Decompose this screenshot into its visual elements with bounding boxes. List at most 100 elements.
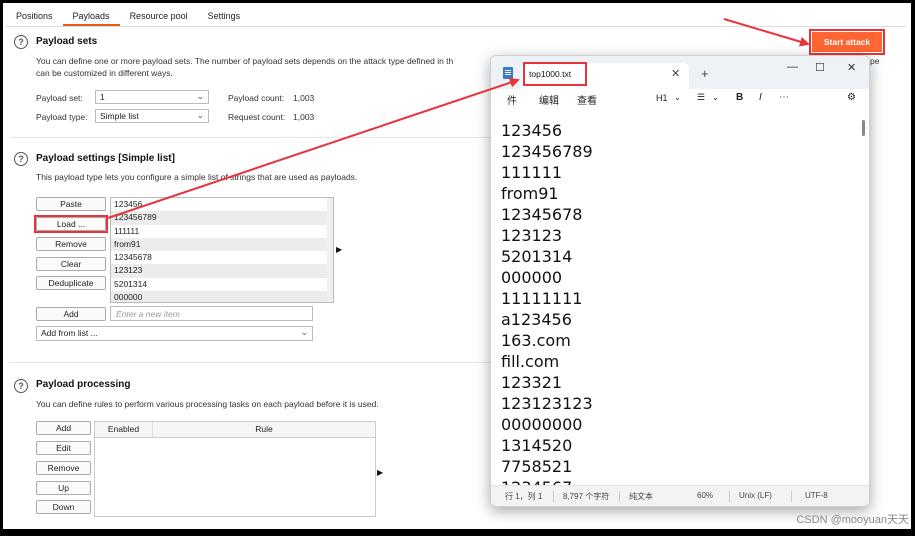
list-format-icon[interactable]: ☰ bbox=[697, 92, 705, 103]
text-line: 11111111 bbox=[501, 289, 583, 308]
payload-set-value: 1 bbox=[100, 92, 105, 102]
text-line: 000000 bbox=[501, 268, 563, 287]
payload-settings-desc: This payload type lets you configure a s… bbox=[36, 172, 358, 182]
tab-resource-pool[interactable]: Resource pool bbox=[120, 6, 198, 26]
list-scrollbar[interactable] bbox=[327, 198, 333, 302]
start-attack-highlight-box bbox=[809, 29, 885, 55]
char-count: 8,797 个字符 bbox=[563, 492, 610, 501]
text-line: fill.com bbox=[501, 352, 560, 371]
notepad-app-icon bbox=[503, 67, 513, 79]
text-line: 123456789 bbox=[501, 142, 593, 161]
more-options-icon[interactable]: ⋯ bbox=[779, 92, 789, 103]
minimize-icon[interactable]: — bbox=[787, 61, 798, 73]
list-item[interactable]: 12345678 bbox=[111, 251, 333, 264]
load-highlight-box bbox=[34, 215, 108, 233]
expand-arrow-icon[interactable]: ▶ bbox=[336, 245, 342, 254]
rule-down-button[interactable]: Down bbox=[36, 500, 91, 514]
list-item[interactable]: 123456 bbox=[111, 198, 333, 211]
tab-positions[interactable]: Positions bbox=[6, 6, 63, 26]
payload-sets-desc-2: can be customized in different ways. bbox=[36, 68, 173, 78]
add-from-list-select[interactable]: Add from list ... ⌄ bbox=[36, 326, 313, 341]
rule-add-button[interactable]: Add bbox=[36, 421, 91, 435]
chevron-down-icon: ⌄ bbox=[196, 91, 204, 101]
column-enabled[interactable]: Enabled bbox=[95, 422, 153, 437]
list-item[interactable]: 5201314 bbox=[111, 278, 333, 291]
text-line: 7758521 bbox=[501, 457, 573, 476]
status-divider bbox=[791, 491, 792, 502]
text-line: 123123123 bbox=[501, 394, 593, 413]
payload-list[interactable]: 123456 123456789 111111 from91 12345678 … bbox=[110, 197, 334, 303]
tab-divider bbox=[6, 26, 906, 27]
line-ending: Unix (LF) bbox=[739, 491, 772, 500]
chevron-down-icon[interactable]: ⌄ bbox=[674, 93, 681, 102]
payload-processing-desc: You can define rules to perform various … bbox=[36, 399, 379, 409]
list-item[interactable]: 123456789 bbox=[111, 211, 333, 225]
payload-sets-desc: You can define one or more payload sets.… bbox=[36, 56, 454, 66]
notepad-menubar: 件 编辑 查看 H1 ⌄ ☰ ⌄ B I ⋯ ⚙ bbox=[491, 89, 869, 111]
deduplicate-button[interactable]: Deduplicate bbox=[36, 276, 106, 290]
status-divider bbox=[729, 491, 730, 502]
payload-count-label: Payload count: bbox=[228, 93, 285, 103]
rules-table-header: Enabled Rule bbox=[95, 422, 375, 438]
close-tab-icon[interactable]: ✕ bbox=[671, 67, 680, 80]
payload-type-select[interactable]: Simple list ⌄ bbox=[95, 109, 209, 123]
payload-settings-title: Payload settings [Simple list] bbox=[36, 153, 175, 164]
column-rule[interactable]: Rule bbox=[153, 422, 375, 437]
help-icon[interactable]: ? bbox=[14, 35, 28, 49]
rule-remove-button[interactable]: Remove bbox=[36, 461, 91, 475]
status-divider bbox=[553, 491, 554, 502]
list-item[interactable]: 111111 bbox=[111, 225, 333, 238]
payload-type-label: Payload type: bbox=[36, 112, 88, 122]
italic-icon[interactable]: I bbox=[759, 92, 762, 103]
rule-up-button[interactable]: Up bbox=[36, 481, 91, 495]
chevron-down-icon: ⌄ bbox=[196, 110, 204, 120]
tab-settings[interactable]: Settings bbox=[198, 6, 251, 26]
rule-edit-button[interactable]: Edit bbox=[36, 441, 91, 455]
zoom-level: 60% bbox=[697, 491, 714, 500]
text-line: 123456 bbox=[501, 121, 563, 140]
payload-set-select[interactable]: 1 ⌄ bbox=[95, 90, 209, 104]
bold-icon[interactable]: B bbox=[736, 92, 743, 103]
text-line: 123123 bbox=[501, 226, 563, 245]
list-item[interactable]: from91 bbox=[111, 237, 333, 252]
status-divider bbox=[619, 491, 620, 502]
request-count-value: 1,003 bbox=[293, 112, 315, 122]
settings-gear-icon[interactable]: ⚙ bbox=[847, 92, 856, 103]
notepad-scrollbar[interactable] bbox=[862, 120, 865, 136]
chevron-down-icon[interactable]: ⌄ bbox=[712, 93, 719, 102]
new-tab-icon[interactable]: + bbox=[701, 66, 709, 81]
payload-processing-title: Payload processing bbox=[36, 379, 131, 390]
menu-view[interactable]: 查看 bbox=[577, 92, 597, 107]
text-line: 111111 bbox=[501, 163, 563, 182]
add-from-list-label: Add from list ... bbox=[41, 328, 98, 338]
text-format: 纯文本 bbox=[629, 492, 653, 501]
add-button[interactable]: Add bbox=[36, 307, 106, 321]
remove-button[interactable]: Remove bbox=[36, 237, 106, 251]
chevron-down-icon: ⌄ bbox=[300, 327, 308, 337]
menu-file[interactable]: 件 bbox=[507, 92, 517, 107]
new-item-input[interactable]: Enter a new item bbox=[110, 306, 313, 321]
list-item[interactable]: 000000 bbox=[111, 291, 333, 302]
help-icon[interactable]: ? bbox=[14, 152, 28, 166]
notepad-text-area[interactable]: 123456 123456789 111111 from91 12345678 … bbox=[491, 113, 869, 485]
notepad-statusbar: 行 1，列 1 8,797 个字符 纯文本 60% Unix (LF) UTF-… bbox=[491, 485, 869, 506]
list-item[interactable]: 123123 bbox=[111, 264, 333, 278]
expand-arrow-icon[interactable]: ▶ bbox=[377, 468, 383, 477]
payload-sets-title: Payload sets bbox=[36, 36, 98, 47]
tab-title-highlight-box bbox=[523, 62, 587, 86]
clear-button[interactable]: Clear bbox=[36, 257, 106, 271]
rules-table[interactable]: Enabled Rule bbox=[94, 421, 376, 517]
text-line: from91 bbox=[501, 184, 559, 203]
watermark: CSDN @mooyuan天天 bbox=[796, 514, 909, 526]
close-window-icon[interactable]: ✕ bbox=[847, 61, 856, 74]
tab-payloads[interactable]: Payloads bbox=[62, 6, 120, 26]
payload-sets-desc-tail: pe bbox=[870, 56, 880, 66]
text-line: 5201314 bbox=[501, 247, 573, 266]
help-icon[interactable]: ? bbox=[14, 379, 28, 393]
paste-button[interactable]: Paste bbox=[36, 197, 106, 211]
text-line: a123456 bbox=[501, 310, 572, 329]
maximize-icon[interactable]: ☐ bbox=[815, 61, 825, 74]
menu-edit[interactable]: 编辑 bbox=[539, 92, 559, 107]
notepad-window: top1000.txt ✕ + — ☐ ✕ 件 编辑 查看 H1 ⌄ ☰ ⌄ B… bbox=[490, 55, 870, 507]
heading-dropdown[interactable]: H1 bbox=[656, 93, 668, 103]
